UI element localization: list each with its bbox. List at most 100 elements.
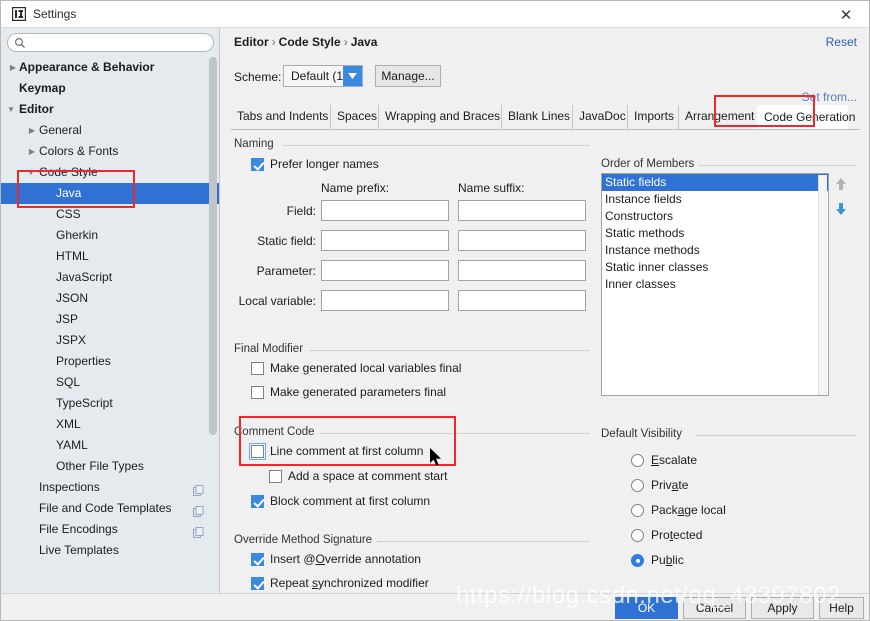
sidebar-item-java[interactable]: Java <box>1 183 219 204</box>
tab-tabs-and-indents[interactable]: Tabs and Indents <box>231 105 330 129</box>
visibility-option-public[interactable]: Public <box>631 553 684 567</box>
override-method-row-1[interactable]: Repeat synchronized modifier <box>251 576 429 590</box>
breadcrumb-item-editor[interactable]: Editor <box>234 35 269 49</box>
chevron-down-icon[interactable] <box>343 66 362 86</box>
radio-escalate[interactable] <box>631 454 644 467</box>
member-item-static-fields[interactable]: Static fields <box>602 174 828 191</box>
override-method-row-0[interactable]: Insert @Override annotation <box>251 552 421 566</box>
radio-private[interactable] <box>631 479 644 492</box>
sidebar-item-css[interactable]: CSS <box>1 204 219 225</box>
name-suffix-input-3[interactable] <box>458 290 586 311</box>
tab-arrangement[interactable]: Arrangement <box>678 105 757 129</box>
order-of-members-list[interactable]: Static fields Instance fields Constructors… <box>601 173 829 396</box>
sidebar-item-gherkin[interactable]: Gherkin <box>1 225 219 246</box>
member-item-instance-methods[interactable]: Instance methods <box>602 242 828 259</box>
chevron-down-icon[interactable]: ▼ <box>5 99 17 120</box>
tab-imports[interactable]: Imports <box>627 105 678 129</box>
sidebar-item-live-templates[interactable]: Live Templates <box>1 540 219 561</box>
sidebar-item-xml[interactable]: XML <box>1 414 219 435</box>
prefer-longer-names-checkbox[interactable] <box>251 158 264 171</box>
member-item-static-methods[interactable]: Static methods <box>602 225 828 242</box>
name-prefix-input-3[interactable] <box>321 290 449 311</box>
comment-code-checkbox-1[interactable] <box>269 470 282 483</box>
final-modifier-checkbox-0[interactable] <box>251 362 264 375</box>
member-item-constructors[interactable]: Constructors <box>602 208 828 225</box>
member-item-inner-classes[interactable]: Inner classes <box>602 276 828 293</box>
comment-code-checkbox-2[interactable] <box>251 495 264 508</box>
scheme-dropdown[interactable]: Default (1) <box>283 65 363 87</box>
comment-code-checkbox-0[interactable] <box>249 443 266 460</box>
help-button[interactable]: Help <box>819 597 864 619</box>
visibility-option-protected[interactable]: Protected <box>631 528 702 542</box>
sidebar-item-inspections[interactable]: Inspections <box>1 477 219 498</box>
tab-spaces[interactable]: Spaces <box>330 105 378 129</box>
copy-icon[interactable] <box>193 524 204 538</box>
search-input[interactable] <box>7 33 214 52</box>
sidebar-item-sql[interactable]: SQL <box>1 372 219 393</box>
sidebar-item-keymap[interactable]: Keymap <box>1 78 219 99</box>
sidebar-item-html[interactable]: HTML <box>1 246 219 267</box>
members-scrollbar[interactable] <box>818 175 827 395</box>
copy-icon[interactable] <box>193 482 204 496</box>
comment-code-row-1[interactable]: Add a space at comment start <box>269 469 447 483</box>
manage-button[interactable]: Manage... <box>375 65 441 87</box>
sidebar-item-yaml[interactable]: YAML <box>1 435 219 456</box>
override-method-checkbox-1[interactable] <box>251 577 264 590</box>
sidebar-scrollbar-track[interactable] <box>209 57 218 594</box>
comment-code-row-2[interactable]: Block comment at first column <box>251 494 430 508</box>
radio-protected[interactable] <box>631 529 644 542</box>
name-suffix-input-2[interactable] <box>458 260 586 281</box>
sidebar-item-jsp[interactable]: JSP <box>1 309 219 330</box>
breadcrumb-item-code-style[interactable]: Code Style <box>279 35 341 49</box>
sidebar-item-appearance-behavior[interactable]: ▶ Appearance & Behavior <box>1 57 219 78</box>
search-box[interactable] <box>7 33 214 52</box>
final-modifier-row-0[interactable]: Make generated local variables final <box>251 361 461 375</box>
name-prefix-input-0[interactable] <box>321 200 449 221</box>
sidebar-item-colors-fonts[interactable]: ▶ Colors & Fonts <box>1 141 219 162</box>
member-item-static-inner-classes[interactable]: Static inner classes <box>602 259 828 276</box>
sidebar-item-json[interactable]: JSON <box>1 288 219 309</box>
member-item-instance-fields[interactable]: Instance fields <box>602 191 828 208</box>
name-suffix-input-1[interactable] <box>458 230 586 251</box>
chevron-right-icon[interactable]: ▶ <box>7 57 19 78</box>
tab-javadoc[interactable]: JavaDoc <box>572 105 627 129</box>
ok-button[interactable]: OK <box>615 597 678 619</box>
sidebar-item-jspx[interactable]: JSPX <box>1 330 219 351</box>
final-modifier-checkbox-1[interactable] <box>251 386 264 399</box>
sidebar-item-properties[interactable]: Properties <box>1 351 219 372</box>
override-method-checkbox-0[interactable] <box>251 553 264 566</box>
sidebar-item-other-file-types[interactable]: Other File Types <box>1 456 219 477</box>
visibility-option-private[interactable]: Private <box>631 478 688 492</box>
sidebar-scrollbar-thumb[interactable] <box>209 57 217 435</box>
comment-code-row-0[interactable]: Line comment at first column <box>249 443 423 460</box>
tab-blank-lines[interactable]: Blank Lines <box>501 105 572 129</box>
cancel-button[interactable]: Cancel <box>683 597 746 619</box>
sidebar-item-general[interactable]: ▶ General <box>1 120 219 141</box>
radio-public[interactable] <box>631 554 644 567</box>
radio-package-local[interactable] <box>631 504 644 517</box>
chevron-right-icon[interactable]: ▶ <box>26 141 38 162</box>
sidebar-item-javascript[interactable]: JavaScript <box>1 267 219 288</box>
sidebar-item-code-style[interactable]: ▼ Code Style <box>1 162 219 183</box>
tab-wrapping-and-braces[interactable]: Wrapping and Braces <box>378 105 501 129</box>
sidebar-item-file-encodings[interactable]: File Encodings <box>1 519 219 540</box>
sidebar-item-editor[interactable]: ▼ Editor <box>1 99 219 120</box>
reset-link[interactable]: Reset <box>826 35 857 49</box>
apply-button[interactable]: Apply <box>751 597 814 619</box>
prefer-longer-names-row[interactable]: Prefer longer names <box>251 157 379 171</box>
set-from-link[interactable]: Set from... <box>802 90 857 104</box>
arrow-down-icon[interactable] <box>833 201 849 220</box>
sidebar-item-file-and-code-templates[interactable]: File and Code Templates <box>1 498 219 519</box>
final-modifier-row-1[interactable]: Make generated parameters final <box>251 385 446 399</box>
name-prefix-input-2[interactable] <box>321 260 449 281</box>
visibility-option-escalate[interactable]: Escalate <box>631 453 697 467</box>
tab-code-generation[interactable]: Code Generation <box>757 105 855 129</box>
chevron-right-icon[interactable]: ▶ <box>26 120 38 141</box>
settings-tree[interactable]: ▶ Appearance & Behavior Keymap ▼ Editor ▶ Gene… <box>1 57 219 594</box>
name-prefix-input-1[interactable] <box>321 230 449 251</box>
close-icon[interactable]: ✕ <box>823 1 869 28</box>
arrow-up-icon[interactable] <box>833 176 849 195</box>
breadcrumb-item-java[interactable]: Java <box>351 35 378 49</box>
visibility-option-package-local[interactable]: Package local <box>631 503 726 517</box>
name-suffix-input-0[interactable] <box>458 200 586 221</box>
